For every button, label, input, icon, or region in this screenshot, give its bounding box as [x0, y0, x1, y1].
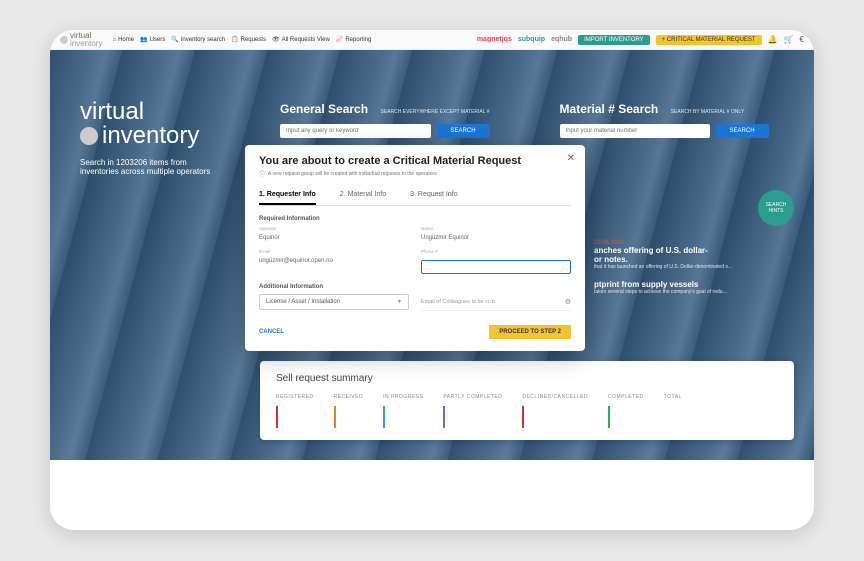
summary-col-total: TOTAL	[664, 394, 682, 428]
summary-card: Sell request summary REGISTERED RECEIVED…	[260, 361, 794, 440]
import-inventory-button[interactable]: IMPORT INVENTORY	[578, 35, 650, 45]
summary-title: Sell request summary	[276, 373, 778, 384]
news-title: ptprint from supply vessels	[594, 280, 794, 289]
material-search-button[interactable]: SEARCH	[716, 124, 769, 138]
news-title: anches offering of U.S. dollar-	[594, 246, 794, 255]
general-search-button[interactable]: SEARCH	[437, 124, 490, 138]
phone-input[interactable]	[421, 260, 571, 274]
cart-icon[interactable]: 🛒	[784, 35, 794, 44]
partner-subquip: subquip	[518, 36, 545, 43]
material-search-hint: SEARCH BY MATERIAL # ONLY	[671, 109, 744, 115]
summary-col-received: RECEIVED	[334, 394, 364, 428]
brand-line2: inventory	[70, 40, 102, 48]
search-row: General Search SEARCH EVERYWHERE EXCEPT …	[280, 100, 784, 138]
nav-requests[interactable]: 📋Requests	[231, 36, 266, 43]
summary-col-completed: COMPLETED	[608, 394, 644, 428]
additional-info-label: Additional Information	[259, 284, 571, 290]
news-body: taken several steps to achieve the compa…	[594, 289, 794, 295]
summary-columns: REGISTERED RECEIVED IN PROGRESS PARTLY C…	[276, 394, 778, 428]
news-item[interactable]: ptprint from supply vessels taken severa…	[594, 280, 794, 295]
user-icon[interactable]: €	[800, 35, 804, 44]
step-request-info[interactable]: 3. Request Info	[410, 186, 457, 205]
summary-col-partly: PARTLY COMPLETED	[443, 394, 502, 428]
modal-steps: 1. Requester Info 2. Material Info 3. Re…	[259, 186, 571, 206]
name-field: Name Ungüzmir Equinor	[421, 226, 571, 245]
search-hints-badge[interactable]: SEARCH HINTS	[758, 190, 794, 226]
nav-home[interactable]: ⌂Home	[112, 37, 134, 43]
news-body: that it has launched an offering of U.S.…	[594, 264, 794, 270]
partner-eqhub: eqhub	[551, 36, 572, 43]
material-search-block: Material # Search SEARCH BY MATERIAL # O…	[560, 100, 769, 138]
critical-request-button[interactable]: + CRITICAL MATERIAL REQUEST	[656, 35, 762, 45]
main-nav: ⌂Home 👥Users 🔍Inventory search 📋Requests…	[112, 36, 371, 43]
phone-field[interactable]: Phone #	[421, 249, 571, 274]
topbar: virtual inventory ⌂Home 👥Users 🔍Inventor…	[50, 30, 814, 50]
general-search-block: General Search SEARCH EVERYWHERE EXCEPT …	[280, 100, 490, 138]
gear-icon[interactable]: ⚙	[565, 298, 571, 306]
hero-title-2: inventory	[102, 124, 199, 148]
general-search-input[interactable]	[280, 124, 431, 138]
modal-subtitle: A new request group will be created with…	[259, 169, 571, 178]
hero-left: virtual inventory Search in 1203206 item…	[80, 100, 260, 176]
partner-magnet: magnetjqs	[477, 36, 512, 43]
general-search-hint: SEARCH EVERYWHERE EXCEPT MATERIAL #	[381, 109, 490, 115]
close-icon[interactable]: ✕	[567, 153, 575, 164]
tablet-frame: virtual inventory ⌂Home 👥Users 🔍Inventor…	[50, 30, 814, 530]
email-field: Email ungüzmir@equinor.open.no	[259, 249, 409, 274]
general-search-title: General Search	[280, 102, 368, 116]
nav-users[interactable]: 👥Users	[140, 36, 165, 43]
step-material-info[interactable]: 2. Material Info	[340, 186, 386, 205]
hero-subtitle: Search in 1203206 items from inventories…	[80, 158, 220, 176]
cc-label: Email of Colleagues to be cc'd	[421, 299, 495, 305]
news-title-2: or notes.	[594, 255, 794, 264]
brand-logo[interactable]: virtual inventory	[60, 32, 102, 48]
nav-inventory-search[interactable]: 🔍Inventory search	[171, 36, 225, 43]
logo-icon	[60, 36, 68, 44]
license-select[interactable]: License / Asset / Installation ▼	[259, 294, 409, 310]
summary-col-inprogress: IN PROGRESS	[383, 394, 423, 428]
modal-title: You are about to create a Critical Mater…	[259, 155, 571, 167]
operator-field: Operator Equinor	[259, 226, 409, 245]
summary-col-declined: DECLINED/CANCELLED	[522, 394, 588, 428]
news-item[interactable]: 23.06.2021 anches offering of U.S. dolla…	[594, 240, 794, 270]
chevron-down-icon: ▼	[397, 299, 402, 305]
modal-actions: CANCEL PROCEED TO STEP 2	[259, 325, 571, 339]
cancel-button[interactable]: CANCEL	[259, 329, 284, 335]
license-field[interactable]: License / Asset / Installation ▼	[259, 294, 409, 311]
hero-logo-icon	[80, 127, 98, 145]
cc-field[interactable]: Email of Colleagues to be cc'd ⚙	[421, 294, 571, 311]
required-info-label: Required Information	[259, 216, 571, 222]
material-search-input[interactable]	[560, 124, 710, 138]
partner-logos: magnetjqs subquip eqhub IMPORT INVENTORY…	[477, 35, 804, 45]
material-search-title: Material # Search	[560, 102, 659, 116]
hero-title-1: virtual	[80, 100, 260, 124]
nav-all-requests[interactable]: 👁All Requests View	[272, 36, 330, 43]
critical-request-modal: ✕ You are about to create a Critical Mat…	[245, 145, 585, 351]
nav-reporting[interactable]: 📈Reporting	[336, 36, 372, 43]
step-requester-info[interactable]: 1. Requester Info	[259, 186, 316, 205]
news-panel: 23.06.2021 anches offering of U.S. dolla…	[594, 240, 794, 305]
proceed-button[interactable]: PROCEED TO STEP 2	[489, 325, 571, 339]
bell-icon[interactable]: 🔔	[768, 35, 778, 44]
summary-col-registered: REGISTERED	[276, 394, 314, 428]
